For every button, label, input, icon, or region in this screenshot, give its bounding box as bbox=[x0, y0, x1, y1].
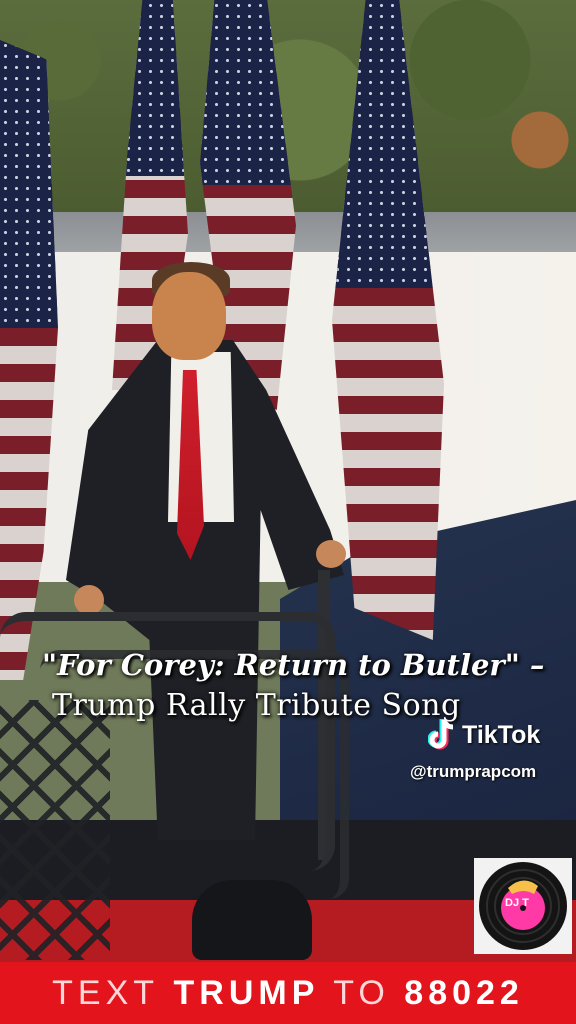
song-title: "For Corey: Return to Butler" – bbox=[42, 648, 545, 682]
tiktok-handle: @trumprapcom bbox=[410, 762, 537, 781]
speaker-head bbox=[152, 272, 226, 360]
tiktok-label: TikTok bbox=[462, 720, 541, 749]
tiktok-watermark: TikTok bbox=[427, 718, 541, 752]
banner-word-text: TEXT bbox=[52, 973, 160, 1012]
video-frame: "For Corey: Return to Butler" – Trump Ra… bbox=[0, 0, 576, 1024]
song-subtitle: Trump Rally Tribute Song bbox=[52, 688, 461, 723]
tiktok-note-icon bbox=[427, 718, 458, 752]
speaker-hand bbox=[316, 540, 346, 568]
banner-word-to: TO bbox=[333, 973, 390, 1012]
speaker-hand bbox=[74, 585, 104, 615]
metal-truss bbox=[0, 700, 110, 960]
banner-word-trump: TRUMP bbox=[173, 973, 319, 1012]
sms-banner-text: TEXT TRUMP TO 88022 bbox=[52, 974, 524, 1013]
banner-number: 88022 bbox=[404, 973, 524, 1012]
camera bbox=[192, 880, 312, 960]
american-flag bbox=[0, 40, 58, 680]
sms-banner: TEXT TRUMP TO 88022 bbox=[0, 962, 576, 1024]
logo-text: DJ T bbox=[505, 897, 529, 909]
